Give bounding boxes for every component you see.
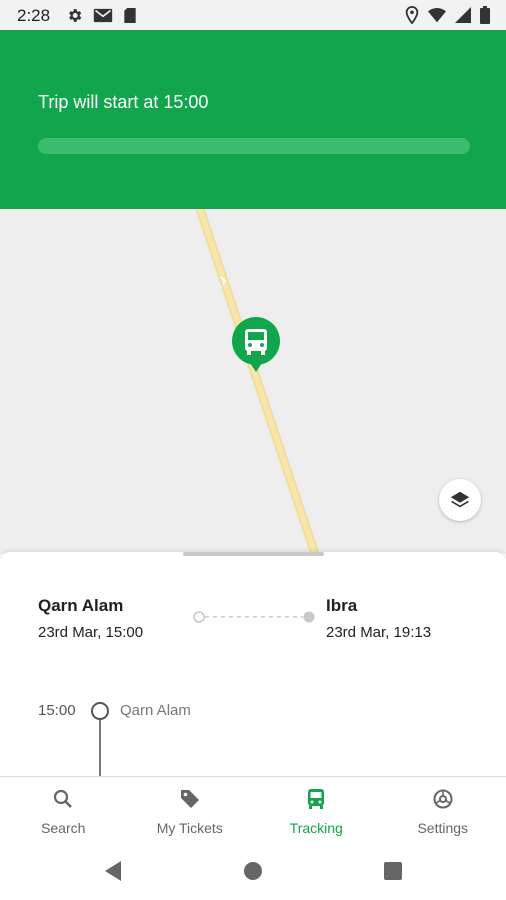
battery-icon (480, 6, 490, 24)
home-icon[interactable] (244, 862, 262, 880)
recents-icon[interactable] (384, 862, 402, 880)
nav-label-settings: Settings (417, 820, 469, 836)
map-layers-button[interactable] (439, 479, 481, 521)
nav-label-tracking: Tracking (289, 820, 343, 836)
route-connector (193, 611, 315, 623)
nav-item-tracking[interactable]: Tracking (253, 777, 380, 844)
origin-datetime: 23rd Mar, 15:00 (38, 624, 144, 641)
status-icons-left (66, 7, 137, 24)
search-icon (54, 789, 73, 808)
origin-name: Qarn Alam (38, 596, 124, 615)
map-road (195, 209, 320, 554)
gmail-icon (93, 8, 113, 23)
trip-header: Trip will start at 15:00 (0, 30, 506, 209)
bus-icon (308, 789, 325, 809)
system-navigation-bar (0, 844, 506, 900)
bottom-navigation: Search My Tickets Tracking Settings (0, 776, 506, 844)
map-view[interactable] (0, 209, 506, 554)
stop-name: Qarn Alam (120, 702, 191, 719)
nav-label-my-tickets: My Tickets (156, 820, 223, 836)
bus-marker-icon (232, 317, 280, 372)
stop-marker (91, 702, 109, 720)
settings-icon (433, 789, 453, 809)
layers-icon (450, 491, 470, 508)
nav-label-search: Search (41, 820, 86, 836)
signal-icon (455, 7, 471, 23)
tag-icon (180, 790, 199, 808)
location-icon (405, 6, 419, 24)
trip-status-text: Trip will start at 15:00 (38, 92, 209, 112)
stop-time: 15:00 (38, 702, 76, 719)
trip-progress-bar (38, 138, 470, 154)
status-icons-right (405, 6, 490, 24)
destination-name: Ibra (326, 596, 358, 615)
sim-card-icon (124, 7, 136, 24)
timeline-line (99, 720, 101, 776)
nav-item-search[interactable]: Search (0, 777, 127, 844)
trip-details-sheet[interactable]: Qarn Alam 23rd Mar, 15:00 Ibra 23rd Mar,… (0, 552, 506, 776)
wifi-icon (428, 7, 446, 23)
nav-item-my-tickets[interactable]: My Tickets (127, 777, 254, 844)
back-icon[interactable] (103, 860, 123, 882)
destination-datetime: 23rd Mar, 19:13 (326, 624, 432, 641)
status-time: 2:28 (17, 6, 51, 25)
status-bar: 2:28 (0, 0, 506, 30)
sheet-drag-handle[interactable] (183, 552, 324, 556)
gear-icon (69, 9, 82, 22)
nav-item-settings[interactable]: Settings (380, 777, 506, 844)
bus-location-marker[interactable] (231, 316, 281, 380)
